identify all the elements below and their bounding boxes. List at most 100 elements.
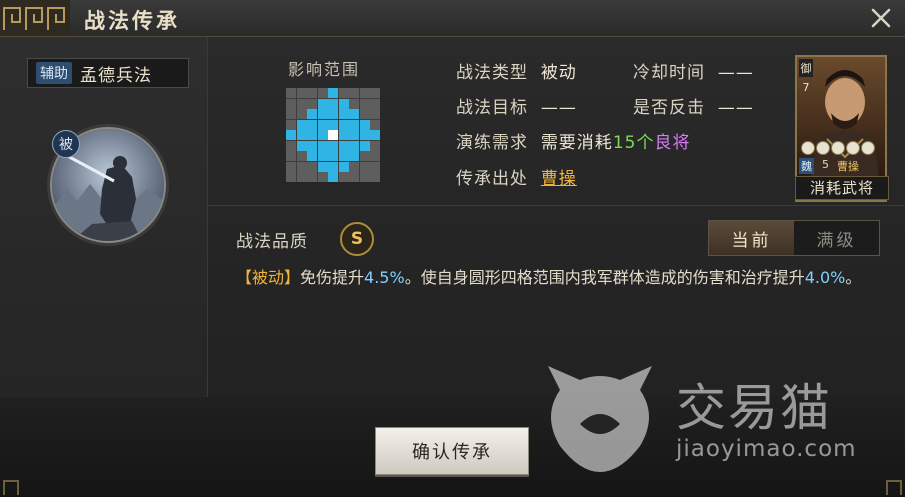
range-cell-active <box>338 161 349 172</box>
range-cell-active <box>328 98 338 109</box>
range-cell <box>359 172 370 182</box>
confirm-inherit-button[interactable]: 确认传承 <box>375 427 529 475</box>
range-cell <box>307 98 317 109</box>
range-cell-active <box>296 130 307 140</box>
range-cell <box>338 88 349 98</box>
range-cell-active <box>338 151 349 161</box>
range-cell <box>359 109 370 119</box>
range-cell <box>296 172 307 182</box>
range-cell-active <box>328 109 338 119</box>
range-cell-active <box>349 130 359 140</box>
counter-label: 是否反击 <box>633 98 705 118</box>
range-cell <box>296 151 307 161</box>
range-cell <box>296 88 307 98</box>
range-cell <box>370 140 380 151</box>
range-cell-active <box>338 109 349 119</box>
range-cell <box>286 98 296 109</box>
range-cell <box>286 88 296 98</box>
desc-part3: 。 <box>845 268 862 287</box>
range-cell-active <box>338 130 349 140</box>
cooldown-value: —— <box>717 63 754 83</box>
range-cell-active <box>317 98 328 109</box>
range-cell-active <box>359 119 370 130</box>
requirement-quality: 良将 <box>654 133 691 153</box>
watermark-url: jiaoyimao.com <box>676 436 857 462</box>
range-cell-active <box>349 109 359 119</box>
range-cell-active <box>317 161 328 172</box>
range-cell <box>370 172 380 182</box>
range-cell <box>349 172 359 182</box>
info-row-counter: 是否反击 —— <box>633 93 754 118</box>
origin-label: 传承出处 <box>456 169 528 189</box>
corner-ornament-icon <box>3 480 19 495</box>
range-cell <box>286 109 296 119</box>
range-cell <box>307 172 317 182</box>
range-cell <box>370 88 380 98</box>
range-cell <box>317 172 328 182</box>
skill-inherit-dialog: 战法传承 辅助 孟德兵法 被 影响范围 战法类型 被动 冷却时间 —— 战法目标… <box>0 0 905 497</box>
quality-label: 战法品质 <box>236 232 308 252</box>
corner-ornament-icon <box>886 480 902 495</box>
level-toggle: 当前 满级 <box>708 220 880 256</box>
skill-type-label: 战法类型 <box>456 63 528 83</box>
range-cell-active <box>307 119 317 130</box>
info-row-requirement: 演练需求 需要消耗15个良将 <box>456 128 690 153</box>
range-cell <box>370 161 380 172</box>
range-cell <box>286 161 296 172</box>
range-cell <box>370 98 380 109</box>
range-cell <box>349 98 359 109</box>
star-icon <box>831 141 845 155</box>
cooldown-label: 冷却时间 <box>633 63 705 83</box>
range-cell-active <box>296 119 307 130</box>
range-cell <box>359 98 370 109</box>
quality-grade-badge: S <box>340 222 374 256</box>
range-cell <box>359 161 370 172</box>
range-cell <box>296 98 307 109</box>
range-cell <box>286 119 296 130</box>
tab-max-level[interactable]: 满级 <box>794 221 879 255</box>
range-center-cell <box>328 130 338 140</box>
close-button[interactable] <box>867 4 895 32</box>
range-cell <box>307 88 317 98</box>
range-cell-active <box>307 130 317 140</box>
card-level: 7 <box>803 81 810 94</box>
range-title: 影响范围 <box>288 60 361 79</box>
skill-target-label: 战法目标 <box>456 98 528 118</box>
desc-part1: 免伤提升 <box>300 268 365 287</box>
range-cell-active <box>349 151 359 161</box>
range-cell-active <box>328 172 338 182</box>
desc-tag: 【被动】 <box>236 268 301 287</box>
card-consume-label: 消耗武将 <box>795 176 889 200</box>
range-cell-active <box>317 119 328 130</box>
title-ornament-icon <box>0 0 70 36</box>
card-general-name: 曹操 <box>837 160 859 173</box>
range-grid <box>286 88 380 182</box>
faction-badge: 魏 <box>799 158 814 174</box>
range-cell-active <box>328 151 338 161</box>
range-cell-active <box>286 130 296 140</box>
counter-value: —— <box>717 98 754 118</box>
requirement-count: 15个 <box>612 133 655 153</box>
card-cost: 5 <box>822 158 829 171</box>
range-cell-active <box>317 109 328 119</box>
range-cell-active <box>349 140 359 151</box>
window-title: 战法传承 <box>84 9 180 33</box>
range-cell <box>296 161 307 172</box>
range-cell-active <box>307 140 317 151</box>
range-cell-active <box>349 119 359 130</box>
tab-current[interactable]: 当前 <box>709 221 794 255</box>
requirement-label: 演练需求 <box>456 133 528 153</box>
watermark-brand: 交易猫 <box>676 379 832 437</box>
range-cell-active <box>307 151 317 161</box>
info-row-cooldown: 冷却时间 —— <box>633 58 754 83</box>
origin-link[interactable]: 曹操 <box>541 169 577 189</box>
close-icon <box>871 8 891 28</box>
range-cell <box>338 172 349 182</box>
range-cell-active <box>317 140 328 151</box>
range-cell <box>286 151 296 161</box>
desc-part2: 。使自身圆形四格范围内我军群体造成的伤害和治疗提升 <box>404 268 805 287</box>
range-cell-active <box>359 130 370 140</box>
skill-description: 【被动】免伤提升4.5%。使自身圆形四格范围内我军群体造成的伤害和治疗提升4.0… <box>236 264 876 292</box>
range-cell <box>370 119 380 130</box>
passive-badge: 被 <box>52 130 80 158</box>
